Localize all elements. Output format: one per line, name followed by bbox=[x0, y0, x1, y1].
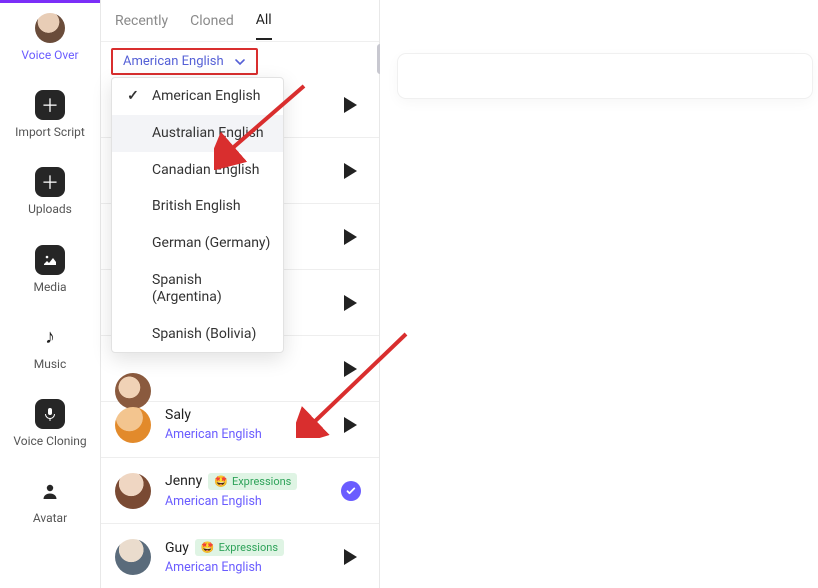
language-option-spanish-argentina[interactable]: Spanish (Argentina) bbox=[112, 262, 283, 316]
voice-language: American English bbox=[165, 560, 284, 575]
plus-icon: ＋ bbox=[35, 167, 65, 197]
sidebar-item-media[interactable]: Media bbox=[0, 245, 100, 294]
sidebar-item-voice-cloning[interactable]: Voice Cloning bbox=[0, 399, 100, 448]
sidebar-label: Import Script bbox=[15, 126, 85, 139]
expressions-badge: 🤩 Expressions bbox=[208, 473, 297, 490]
avatar bbox=[115, 473, 151, 509]
language-option-american-english[interactable]: ✓ American English bbox=[112, 78, 283, 115]
person-icon bbox=[35, 476, 65, 506]
content-area bbox=[380, 0, 818, 588]
sidebar-item-voice-over[interactable]: Voice Over bbox=[0, 13, 100, 62]
play-icon bbox=[344, 229, 357, 245]
play-button[interactable] bbox=[340, 159, 361, 183]
play-icon bbox=[344, 549, 357, 565]
selected-badge bbox=[341, 481, 361, 501]
badge-text: Expressions bbox=[232, 475, 291, 488]
option-label: German (Germany) bbox=[152, 235, 273, 252]
sidebar-item-uploads[interactable]: ＋ Uploads bbox=[0, 167, 100, 216]
image-icon bbox=[35, 245, 65, 275]
sidebar-label: Uploads bbox=[28, 203, 72, 216]
voice-row-jenny[interactable]: Jenny 🤩 Expressions American English bbox=[101, 458, 379, 524]
voice-name-text: Jenny bbox=[165, 473, 202, 489]
play-button[interactable] bbox=[340, 225, 361, 249]
sidebar-label: Voice Cloning bbox=[13, 435, 86, 448]
avatar bbox=[115, 539, 151, 575]
language-option-spanish-bolivia[interactable]: Spanish (Bolivia) bbox=[112, 316, 283, 353]
voice-row-guy[interactable]: Guy 🤩 Expressions American English bbox=[101, 524, 379, 588]
tab-recently[interactable]: Recently bbox=[115, 3, 168, 39]
option-label: Australian English bbox=[152, 125, 273, 142]
sidebar-item-import-script[interactable]: ＋ Import Script bbox=[0, 90, 100, 139]
language-option-canadian-english[interactable]: Canadian English bbox=[112, 152, 283, 189]
play-icon bbox=[344, 361, 357, 377]
expressions-badge: 🤩 Expressions bbox=[195, 539, 284, 556]
tabs: Recently Cloned All bbox=[101, 0, 379, 42]
voice-name: Guy 🤩 Expressions bbox=[165, 539, 284, 556]
sidebar-item-avatar[interactable]: Avatar bbox=[0, 476, 100, 525]
mic-icon bbox=[35, 399, 65, 429]
play-button[interactable] bbox=[340, 93, 361, 117]
option-label: American English bbox=[152, 88, 273, 105]
play-icon bbox=[344, 295, 357, 311]
sidebar-label: Music bbox=[34, 358, 66, 371]
language-option-australian-english[interactable]: Australian English bbox=[112, 115, 283, 152]
sidebar: Voice Over ＋ Import Script ＋ Uploads Med… bbox=[0, 3, 100, 588]
sidebar-item-music[interactable]: ♪ Music bbox=[0, 322, 100, 371]
avatar-icon bbox=[35, 13, 65, 43]
play-button[interactable] bbox=[340, 545, 361, 569]
check-icon: ✓ bbox=[124, 88, 142, 104]
voice-language: American English bbox=[165, 427, 262, 442]
language-selector[interactable]: American English bbox=[111, 48, 258, 75]
option-label: British English bbox=[152, 198, 273, 215]
music-note-icon: ♪ bbox=[35, 322, 65, 352]
badge-text: Expressions bbox=[219, 541, 278, 554]
star-eyes-icon: 🤩 bbox=[201, 541, 215, 554]
option-label: Spanish (Bolivia) bbox=[152, 326, 273, 343]
voice-panel: Recently Cloned All American English ✓ A… bbox=[100, 0, 380, 588]
language-option-british-english[interactable]: British English bbox=[112, 188, 283, 225]
language-selected: American English bbox=[123, 54, 224, 69]
plus-icon: ＋ bbox=[35, 90, 65, 120]
tab-all[interactable]: All bbox=[256, 2, 272, 40]
play-icon bbox=[344, 163, 357, 179]
voice-name: Jenny 🤩 Expressions bbox=[165, 473, 297, 490]
voice-name: Saly bbox=[165, 407, 262, 423]
sidebar-label: Media bbox=[33, 281, 66, 294]
content-card bbox=[398, 54, 812, 98]
sidebar-label: Avatar bbox=[33, 512, 67, 525]
voice-name-text: Guy bbox=[165, 540, 189, 556]
language-dropdown: ✓ American English Australian English Ca… bbox=[111, 77, 284, 353]
tab-cloned[interactable]: Cloned bbox=[190, 3, 234, 39]
language-option-german-germany[interactable]: German (Germany) bbox=[112, 225, 283, 262]
voice-row-saly[interactable]: Saly American English bbox=[101, 392, 379, 458]
play-icon bbox=[344, 97, 357, 113]
play-button[interactable] bbox=[340, 413, 361, 437]
play-button[interactable] bbox=[340, 357, 361, 381]
chevron-down-icon bbox=[234, 56, 246, 68]
play-icon bbox=[344, 417, 357, 433]
option-label: Canadian English bbox=[152, 162, 273, 179]
sidebar-label: Voice Over bbox=[21, 49, 78, 62]
option-label: Spanish (Argentina) bbox=[152, 272, 273, 306]
play-button[interactable] bbox=[340, 291, 361, 315]
dropdown-scroll[interactable]: ✓ American English Australian English Ca… bbox=[112, 78, 283, 352]
voice-language: American English bbox=[165, 494, 297, 509]
avatar bbox=[115, 407, 151, 443]
star-eyes-icon: 🤩 bbox=[214, 475, 228, 488]
